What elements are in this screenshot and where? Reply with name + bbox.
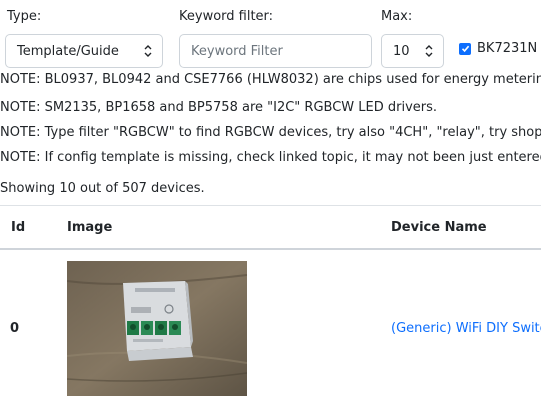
header-id: Id [11,220,26,235]
note-missing-template: NOTE: If config template is missing, che… [0,150,541,165]
max-select[interactable]: 10 [381,34,444,68]
keyword-filter-input[interactable]: Keyword Filter [179,34,372,68]
max-select-value: 10 [393,43,410,59]
max-label: Max: [381,9,413,24]
chevron-updown-icon [425,45,433,57]
header-image: Image [67,220,113,235]
bk7231n-checkbox[interactable] [459,42,471,55]
type-select[interactable]: Template/Guide [5,34,163,68]
device-image [67,261,247,396]
bk7231n-checkbox-group[interactable]: BK7231N [459,41,537,56]
checkmark-icon [461,45,469,53]
table-top-border [0,205,541,206]
keyword-label: Keyword filter: [179,9,274,24]
note-i2c-drivers: NOTE: SM2135, BP1658 and BP5758 are "I2C… [0,100,438,115]
note-energy-metering: NOTE: BL0937, BL0942 and CSE7766 (HLW803… [0,72,541,87]
type-select-value: Template/Guide [17,43,119,59]
chevron-updown-icon [144,45,152,57]
row-id: 0 [10,321,20,336]
table-header-divider [0,248,541,250]
note-type-filter: NOTE: Type filter "RGBCW" to find RGBCW … [0,125,541,140]
header-device-name: Device Name [391,220,487,235]
keyword-placeholder: Keyword Filter [191,43,283,59]
device-count-text: Showing 10 out of 507 devices. [0,181,205,196]
device-name-link[interactable]: (Generic) WiFi DIY Switch [391,321,541,336]
type-label: Type: [7,9,42,24]
bk7231n-label: BK7231N [477,41,538,56]
